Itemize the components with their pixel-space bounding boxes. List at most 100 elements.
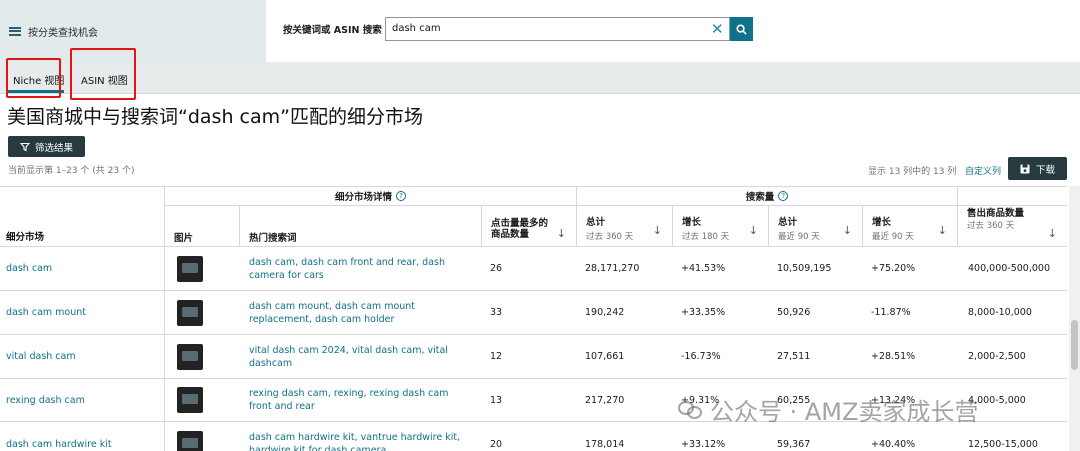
search-volume-90: 50,926 [777, 307, 811, 318]
product-image-cell [164, 247, 239, 290]
market-link[interactable]: rexing dash cam [6, 379, 85, 421]
table-row[interactable]: dash cam mount dash cam mount, dash cam … [0, 291, 1067, 335]
download-button[interactable]: 下载 [1008, 157, 1067, 180]
top-search-terms[interactable]: vital dash cam 2024, vital dash cam, vit… [249, 335, 481, 378]
market-link[interactable]: vital dash cam [6, 335, 76, 378]
clicked-products-count: 12 [490, 351, 503, 362]
product-thumbnail[interactable] [177, 343, 203, 370]
product-thumbnail[interactable] [177, 255, 203, 282]
group-header-empty [957, 186, 1067, 206]
group-header-niche-details-label: 细分市场详情 [334, 191, 392, 203]
growth-180: -16.73% [681, 351, 721, 362]
sort-arrow-icon[interactable]: ↓ [653, 224, 662, 237]
column-header-sv-growth-180[interactable]: 增长 过去 180 天 ↓ [672, 206, 768, 246]
search-volume-360: 190,242 [585, 307, 625, 318]
clicked-products-count: 13 [490, 394, 503, 406]
vertical-scrollbar[interactable] [1069, 186, 1080, 451]
group-header-search-volume-label: 搜索量 [745, 191, 775, 203]
watermark: 公众号 · AMZ卖家成长营 [678, 392, 978, 427]
top-search-terms[interactable]: rexing dash cam, rexing, rexing dash cam… [249, 379, 481, 421]
market-link[interactable]: dash cam mount [6, 291, 86, 334]
growth-180: +41.53% [681, 263, 726, 274]
units-sold: 12,500-15,000 [968, 438, 1038, 450]
results-count: 当前显示第 1–23 个 (共 23 个) [8, 166, 135, 176]
column-header-top-terms: 热门搜索词 [239, 206, 481, 246]
column-header-clicked-products[interactable]: 点击量最多的商品数量 ↓ [481, 206, 576, 246]
search-volume-90: 27,511 [777, 351, 811, 362]
product-image-cell [164, 291, 239, 334]
column-header-image-label: 图片 [174, 233, 194, 244]
top-search-terms[interactable]: dash cam hardwire kit, vantrue hardwire … [249, 422, 481, 451]
search-icon [736, 23, 747, 35]
column-header-sv-growth-90-label: 增长 [872, 217, 892, 228]
column-header-sv-total-360[interactable]: 总计 过去 360 天 ↓ [576, 206, 672, 246]
sort-arrow-icon[interactable]: ↓ [749, 224, 758, 237]
sort-arrow-icon[interactable]: ↓ [1048, 228, 1057, 239]
group-header-search-volume: 搜索量? [576, 186, 957, 206]
column-header-sv-total-90[interactable]: 总计 最近 90 天 ↓ [768, 206, 862, 246]
sort-arrow-icon[interactable]: ↓ [938, 224, 947, 237]
top-search-terms[interactable]: dash cam mount, dash cam mount replaceme… [249, 291, 481, 334]
column-header-top-terms-label: 热门搜索词 [249, 233, 297, 244]
wechat-icon [678, 399, 704, 421]
search-input[interactable]: dash cam [385, 17, 730, 41]
growth-90: +75.20% [871, 263, 916, 274]
menu-icon[interactable] [9, 26, 21, 36]
product-thumbnail[interactable] [177, 387, 203, 413]
column-header-units-sold[interactable]: 售出商品数量 过去 360 天 ↓ [957, 206, 1067, 246]
scrollbar-thumb[interactable] [1071, 320, 1078, 370]
page-title: 美国商城中与搜索词“dash cam”匹配的细分市场 [7, 106, 423, 128]
product-image-cell [164, 335, 239, 378]
clicked-products-count: 33 [490, 307, 503, 318]
clicked-products-count: 26 [490, 263, 503, 274]
table-row[interactable]: dash cam dash cam, dash cam front and re… [0, 247, 1067, 291]
column-header-units-sold-label: 售出商品数量 [967, 208, 1025, 219]
units-sold: 8,000-10,000 [968, 307, 1032, 318]
top-search-terms[interactable]: dash cam, dash cam front and rear, dash … [249, 247, 481, 290]
units-sold: 400,000-500,000 [968, 263, 1050, 274]
custom-columns-link[interactable]: 自定义列 [965, 164, 1001, 177]
view-tabs [0, 62, 1080, 94]
column-header-sv-total-360-label: 总计 [586, 217, 606, 228]
column-header-sv-growth-90[interactable]: 增长 最近 90 天 ↓ [862, 206, 957, 246]
help-icon[interactable]: ? [778, 190, 789, 201]
clicked-products-count: 20 [490, 438, 503, 450]
search-button[interactable] [730, 17, 753, 41]
watermark-text: 公众号 · AMZ卖家成长营 [710, 398, 979, 426]
help-icon[interactable]: ? [396, 190, 406, 201]
sort-arrow-icon[interactable]: ↓ [557, 228, 566, 239]
search-volume-360: 28,171,270 [585, 263, 640, 274]
growth-180: +33.35% [681, 307, 726, 318]
category-browse-label: 按分类查找机会 [28, 27, 98, 39]
filter-icon [19, 142, 30, 151]
units-sold: 2,000-2,500 [968, 351, 1026, 362]
columns-info: 显示 13 列中的 13 列 [868, 167, 957, 177]
sort-arrow-icon[interactable]: ↓ [843, 224, 852, 237]
clear-icon[interactable]: ✕ [711, 18, 724, 40]
filter-results-button[interactable]: 筛选结果 [8, 136, 85, 157]
column-header-sv-total-90-label: 总计 [778, 217, 798, 228]
column-header-sv-growth-180-label: 增长 [682, 217, 702, 228]
group-header-niche-details: 细分市场详情? [164, 186, 576, 206]
save-icon [1020, 164, 1030, 173]
highlight-box-asin [70, 48, 136, 100]
product-thumbnail[interactable] [177, 431, 203, 451]
product-image-cell [164, 422, 239, 451]
search-volume-360: 217,270 [585, 394, 625, 406]
download-button-label: 下载 [1035, 164, 1055, 176]
column-header-image: 图片 [164, 206, 239, 246]
search-label: 按关键词或 ASIN 搜索 [283, 25, 382, 36]
search-volume-360: 178,014 [585, 438, 625, 450]
growth-90: +28.51% [871, 351, 916, 362]
column-header-clicked-products-label: 点击量最多的商品数量 [491, 218, 549, 240]
table-row[interactable]: vital dash cam vital dash cam 2024, vita… [0, 335, 1067, 379]
market-link[interactable]: dash cam hardwire kit [6, 422, 112, 451]
market-link[interactable]: dash cam [6, 247, 52, 290]
search-volume-90: 10,509,195 [777, 263, 832, 274]
product-thumbnail[interactable] [177, 299, 203, 326]
product-image-cell [164, 379, 239, 421]
search-volume-360: 107,661 [585, 351, 625, 362]
filter-button-label: 筛选结果 [34, 142, 73, 154]
column-header-market[interactable]: 细分市场 [0, 186, 164, 246]
column-sub-label: 过去 360 天 [967, 221, 1015, 231]
